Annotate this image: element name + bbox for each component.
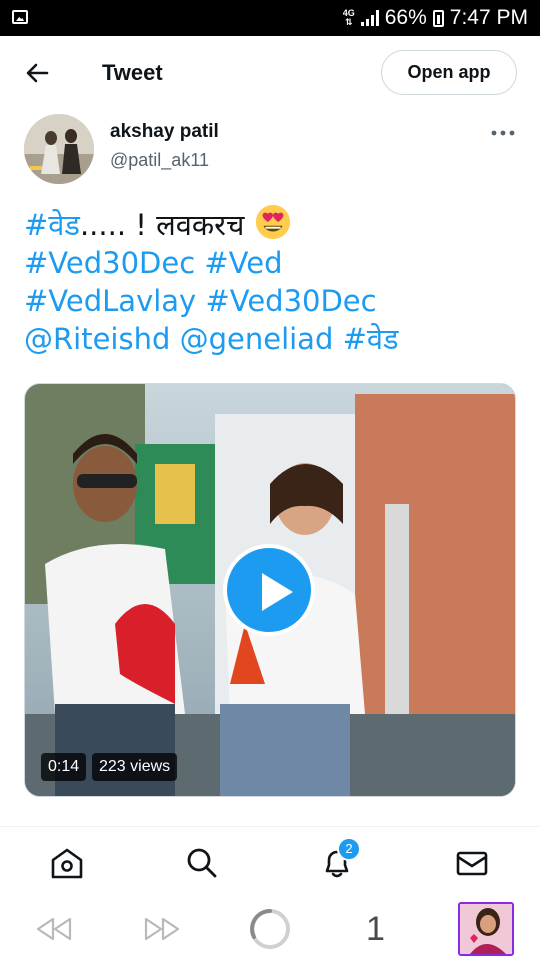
hashtag-link[interactable]: #VedLavlay bbox=[24, 284, 196, 318]
view-count: 223 views bbox=[92, 753, 178, 781]
hashtag-link[interactable]: #वेड bbox=[24, 208, 80, 242]
tweet-line-1: #वेड..... ! लवकरच bbox=[24, 203, 524, 244]
tweet-line-1-text: ..... ! लवकरच bbox=[79, 208, 245, 242]
tab-thumbnail[interactable] bbox=[458, 902, 514, 956]
gallery-notification-icon bbox=[12, 10, 28, 24]
avatar[interactable] bbox=[24, 114, 94, 184]
mention-link[interactable]: @Riteishd bbox=[24, 322, 170, 356]
open-app-button[interactable]: Open app bbox=[381, 50, 517, 95]
tweet-line-4: @Riteishd @geneliad #वेड bbox=[24, 320, 524, 358]
battery-icon bbox=[432, 9, 444, 27]
page-title: Tweet bbox=[102, 60, 163, 85]
tab-thumbnail-image bbox=[460, 904, 512, 954]
battery-percent: 66% bbox=[384, 6, 427, 29]
hashtag-link[interactable]: #वेड bbox=[343, 322, 399, 356]
back-arrow-icon[interactable] bbox=[22, 58, 52, 88]
tweet-text: #वेड..... ! लवकरच #Ved30Dec #Ved #VedLav… bbox=[24, 203, 524, 358]
status-indicators: 4G ⇅ 66% 7:47 PM bbox=[343, 0, 528, 36]
browser-forward-icon[interactable] bbox=[142, 915, 182, 943]
avatar-photo bbox=[24, 114, 94, 184]
tweet-line-3: #VedLavlay #Ved30Dec bbox=[24, 282, 524, 320]
more-options-icon[interactable] bbox=[490, 128, 516, 138]
hashtag-link[interactable]: #Ved bbox=[204, 246, 282, 280]
network-type: 4G ⇅ bbox=[343, 9, 355, 27]
data-arrows-icon: ⇅ bbox=[344, 17, 353, 27]
clock: 7:47 PM bbox=[449, 6, 528, 29]
hashtag-link[interactable]: #Ved30Dec bbox=[24, 246, 195, 280]
signal-icon bbox=[360, 10, 379, 26]
notification-badge: 2 bbox=[337, 837, 361, 861]
messages-envelope-icon[interactable] bbox=[454, 845, 490, 881]
home-icon[interactable] bbox=[49, 845, 85, 881]
browser-toolbar: 1 bbox=[0, 898, 540, 960]
tweet-line-2: #Ved30Dec #Ved bbox=[24, 244, 524, 282]
hashtag-link[interactable]: #Ved30Dec bbox=[205, 284, 376, 318]
tweet-header: Tweet Open app bbox=[0, 36, 540, 110]
bottom-navigation bbox=[0, 826, 540, 898]
browser-back-icon[interactable] bbox=[34, 915, 74, 943]
reload-spinner-icon[interactable] bbox=[248, 907, 292, 951]
heart-eyes-emoji-icon bbox=[255, 204, 290, 240]
tab-count[interactable]: 1 bbox=[366, 910, 385, 949]
search-icon[interactable] bbox=[184, 845, 220, 881]
status-bar: 4G ⇅ 66% 7:47 PM bbox=[0, 0, 540, 36]
video-player[interactable]: 0:14 223 views bbox=[24, 383, 516, 797]
author-handle[interactable]: @patil_ak11 bbox=[110, 150, 209, 171]
play-button[interactable] bbox=[223, 544, 315, 636]
video-duration: 0:14 bbox=[41, 753, 87, 781]
mention-link[interactable]: @geneliad bbox=[180, 322, 334, 356]
author-name[interactable]: akshay patil bbox=[110, 121, 219, 143]
